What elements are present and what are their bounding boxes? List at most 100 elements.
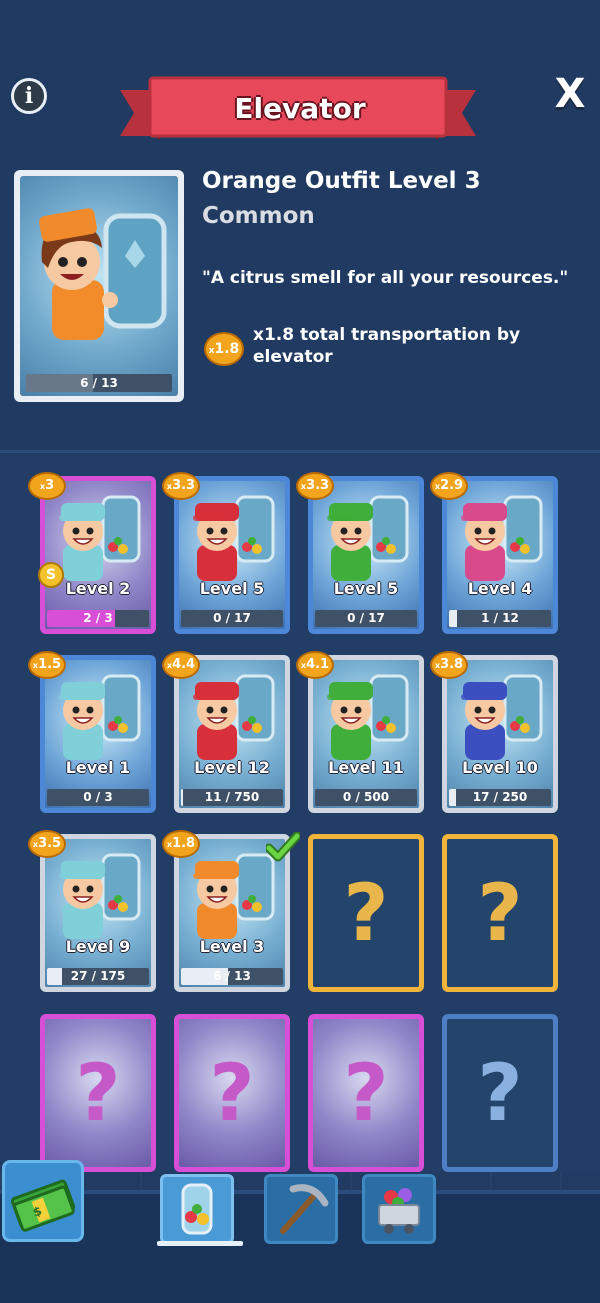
question-mark-icon: ? [75,1049,121,1139]
card-progress-text: 2 / 3 [83,611,113,625]
multiplier-value: 4.1 [306,657,330,672]
outfit-card[interactable]: Level 11 0 / 500 [308,655,424,813]
question-mark-icon: ? [209,1049,255,1139]
card-progress-bar: 0 / 3 [47,789,149,806]
multiplier-badge: x4.1 [296,651,334,679]
multiplier-badge: x1.5 [28,651,66,679]
multiplier-badge: x4.4 [162,651,200,679]
card-level: Level 5 [333,579,399,598]
gem-elevator-icon [181,1183,213,1235]
multiplier-value: 3.8 [440,657,464,672]
card-progress-text: 6 / 13 [213,969,251,983]
card-level: Level 9 [65,937,131,956]
locked-card[interactable]: ? [442,834,558,992]
worker-character [327,674,409,760]
active-tab-indicator [157,1241,243,1246]
multiplier-badge: x1.8 [162,830,200,858]
bonus-badge: x1.8 [204,332,244,366]
card-level: Level 10 [462,758,538,777]
item-progress-bar: 6 / 13 [26,374,172,392]
multiplier-badge: x3.3 [296,472,334,500]
worker-character [327,495,409,581]
multiplier-badge: x3.3 [162,472,200,500]
outfit-card[interactable]: Level 10 17 / 250 [442,655,558,813]
locked-card[interactable]: ? [308,1014,424,1172]
card-progress-bar: 0 / 500 [315,789,417,806]
worker-character [59,853,141,939]
question-mark-icon: ? [477,869,523,959]
card-progress-text: 0 / 3 [83,790,113,804]
outfit-card[interactable]: Level 5 0 / 17 [174,476,290,634]
worker-character [461,495,543,581]
tab-gem-elevator[interactable] [160,1174,234,1244]
outfit-card[interactable]: Level 9 27 / 175 [40,834,156,992]
item-progress-text: 6 / 13 [80,376,118,390]
card-progress-bar: 0 / 17 [181,610,283,627]
card-progress-text: 0 / 17 [347,611,385,625]
card-level: Level 11 [328,758,404,777]
multiplier-value: 1.5 [38,657,62,672]
card-progress-text: 11 / 750 [204,790,260,804]
card-progress-text: 27 / 175 [70,969,126,983]
worker-character [193,674,275,760]
tab-mine-cart[interactable] [362,1174,436,1244]
card-progress-bar: 2 / 3 [47,610,149,627]
multiplier-value: 4.4 [172,657,196,672]
outfit-card[interactable]: Level 5 0 / 17 [308,476,424,634]
card-progress-text: 17 / 250 [472,790,528,804]
info-icon[interactable]: i [11,78,47,114]
multiplier-badge: x3.5 [28,830,66,858]
worker-character [461,674,543,760]
outfit-card[interactable]: Level 12 11 / 750 [174,655,290,813]
orange-outfit-character [39,208,167,340]
worker-character [193,495,275,581]
card-progress-bar: 6 / 13 [181,968,283,985]
tab-pickaxe[interactable] [264,1174,338,1244]
outfit-card[interactable]: Level 22 / 3 [40,476,156,634]
question-mark-icon: ? [477,1049,523,1139]
equipped-check-icon [266,832,300,862]
item-rarity: Common [202,203,315,229]
multiplier-value: 3.3 [306,478,330,493]
card-progress-bar: 1 / 12 [449,610,551,627]
locked-card[interactable]: ? [442,1014,558,1172]
pickaxe-icon [280,1184,329,1234]
coin-icon: S [38,562,64,588]
card-level: Level 5 [199,579,265,598]
card-level: Level 12 [194,758,270,777]
card-progress-bar: 17 / 250 [449,789,551,806]
locked-card[interactable]: ? [40,1014,156,1172]
card-progress-text: 1 / 12 [481,611,519,625]
card-progress-text: 0 / 17 [213,611,251,625]
worker-character [59,674,141,760]
bonus-value: 1.8 [214,341,240,357]
shop-button[interactable]: $ [2,1160,84,1242]
selected-item-card: 6 / 13 [14,170,184,402]
multiplier-value: 3.5 [38,836,62,851]
close-button[interactable]: X [550,72,590,116]
outfit-card[interactable]: Level 1 0 / 3 [40,655,156,813]
card-level: Level 1 [65,758,131,777]
card-progress-bar: 27 / 175 [47,968,149,985]
card-level: Level 3 [199,937,265,956]
multiplier-badge: x3 [28,472,66,500]
locked-card[interactable]: ? [308,834,424,992]
cash-icon: $ [10,1179,76,1232]
outfit-card[interactable]: Level 4 1 / 12 [442,476,558,634]
item-name: Orange Outfit Level 3 [202,168,481,194]
card-progress-bar: 0 / 17 [315,610,417,627]
multiplier-value: 3 [45,478,55,493]
question-mark-icon: ? [343,869,389,959]
card-progress-bar: 11 / 750 [181,789,283,806]
multiplier-value: 3.3 [172,478,196,493]
multiplier-badge: x3.8 [430,651,468,679]
question-mark-icon: ? [343,1049,389,1139]
item-quote: "A citrus smell for all your resources." [202,268,569,288]
locked-card[interactable]: ? [174,1014,290,1172]
card-level: Level 4 [467,579,533,598]
bonus-description: x1.8 total transportation by elevator [253,325,521,367]
multiplier-value: 2.9 [440,478,464,493]
card-progress-text: 0 / 500 [342,790,390,804]
multiplier-badge: x2.9 [430,472,468,500]
mine-cart-icon [378,1188,420,1234]
